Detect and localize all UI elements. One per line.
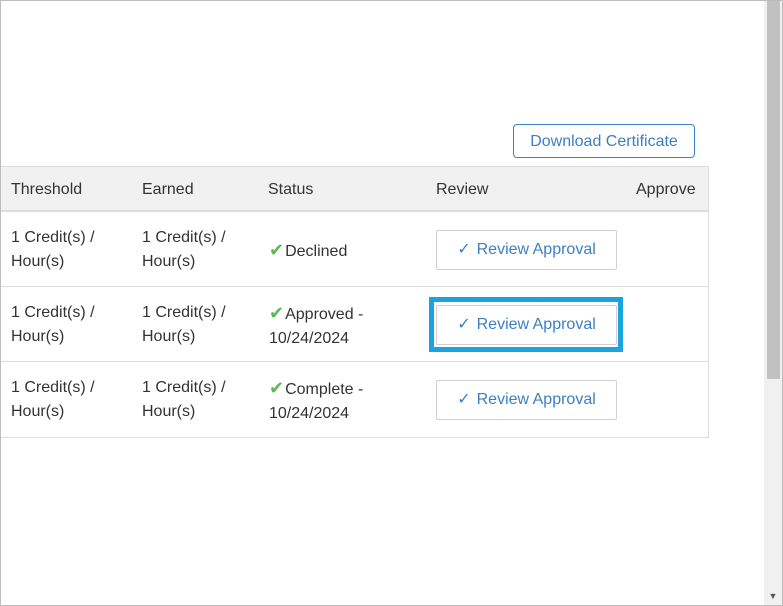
- earned-unit: Hour(s): [142, 328, 196, 345]
- status-text: Complete -: [285, 381, 364, 398]
- chevron-down-icon[interactable]: ▼: [764, 589, 782, 603]
- review-approval-button[interactable]: ✓ Review Approval: [436, 380, 617, 420]
- header-earned: Earned: [142, 181, 194, 198]
- threshold-value: 1 Credit(s) /: [11, 304, 95, 321]
- status-line: ✔Declined: [269, 238, 429, 264]
- app-window: Download Certificate Threshold Earned St…: [0, 0, 783, 606]
- status-text: Declined: [285, 243, 348, 260]
- threshold-cell: 1 Credit(s) / Hour(s): [11, 376, 131, 424]
- threshold-unit: Hour(s): [11, 253, 65, 270]
- status-line: ✔Approved -: [269, 301, 429, 327]
- review-approval-label: Review Approval: [476, 241, 596, 258]
- table-row: 1 Credit(s) / Hour(s) 1 Credit(s) / Hour…: [1, 287, 708, 362]
- header-threshold: Threshold: [11, 181, 83, 198]
- status-cell: ✔Declined: [269, 238, 429, 264]
- earned-cell: 1 Credit(s) / Hour(s): [142, 376, 262, 424]
- earned-value: 1 Credit(s) /: [142, 379, 226, 396]
- review-approval-button[interactable]: ✓ Review Approval: [436, 230, 617, 270]
- check-icon: ✔: [269, 378, 285, 398]
- check-icon: ✔: [269, 303, 285, 323]
- status-date: 10/24/2024: [269, 330, 350, 347]
- threshold-value: 1 Credit(s) /: [11, 229, 95, 246]
- status-date: 10/24/2024: [269, 405, 350, 422]
- status-cell: ✔Approved - 10/24/2024: [269, 301, 429, 351]
- earned-cell: 1 Credit(s) / Hour(s): [142, 301, 262, 349]
- earned-cell: 1 Credit(s) / Hour(s): [142, 226, 262, 274]
- earned-unit: Hour(s): [142, 403, 196, 420]
- table-row: 1 Credit(s) / Hour(s) 1 Credit(s) / Hour…: [1, 212, 708, 287]
- table-row: 1 Credit(s) / Hour(s) 1 Credit(s) / Hour…: [1, 362, 708, 437]
- check-icon: ✓: [457, 241, 471, 258]
- header-review: Review: [436, 181, 489, 198]
- earned-value: 1 Credit(s) /: [142, 229, 226, 246]
- table-header: Threshold Earned Status Review Approve: [1, 166, 708, 212]
- status-cell: ✔Complete - 10/24/2024: [269, 376, 429, 426]
- status-text: Approved -: [285, 306, 364, 323]
- vertical-scrollbar[interactable]: ▼: [764, 1, 782, 605]
- review-approval-label: Review Approval: [476, 316, 596, 333]
- review-approval-button[interactable]: ✓ Review Approval: [436, 305, 617, 345]
- threshold-unit: Hour(s): [11, 403, 65, 420]
- threshold-cell: 1 Credit(s) / Hour(s): [11, 226, 131, 274]
- header-approve: Approve: [636, 181, 696, 198]
- header-status: Status: [268, 181, 314, 198]
- scrollbar-thumb[interactable]: [767, 1, 780, 379]
- check-icon: ✓: [457, 391, 471, 408]
- status-line: ✔Complete -: [269, 376, 429, 402]
- check-icon: ✔: [269, 240, 285, 260]
- threshold-unit: Hour(s): [11, 328, 65, 345]
- download-certificate-button[interactable]: Download Certificate: [513, 124, 695, 158]
- check-icon: ✓: [457, 316, 471, 333]
- earned-unit: Hour(s): [142, 253, 196, 270]
- threshold-cell: 1 Credit(s) / Hour(s): [11, 301, 131, 349]
- threshold-value: 1 Credit(s) /: [11, 379, 95, 396]
- review-approval-label: Review Approval: [476, 391, 596, 408]
- approvals-table: Threshold Earned Status Review Approve 1…: [1, 166, 709, 438]
- earned-value: 1 Credit(s) /: [142, 304, 226, 321]
